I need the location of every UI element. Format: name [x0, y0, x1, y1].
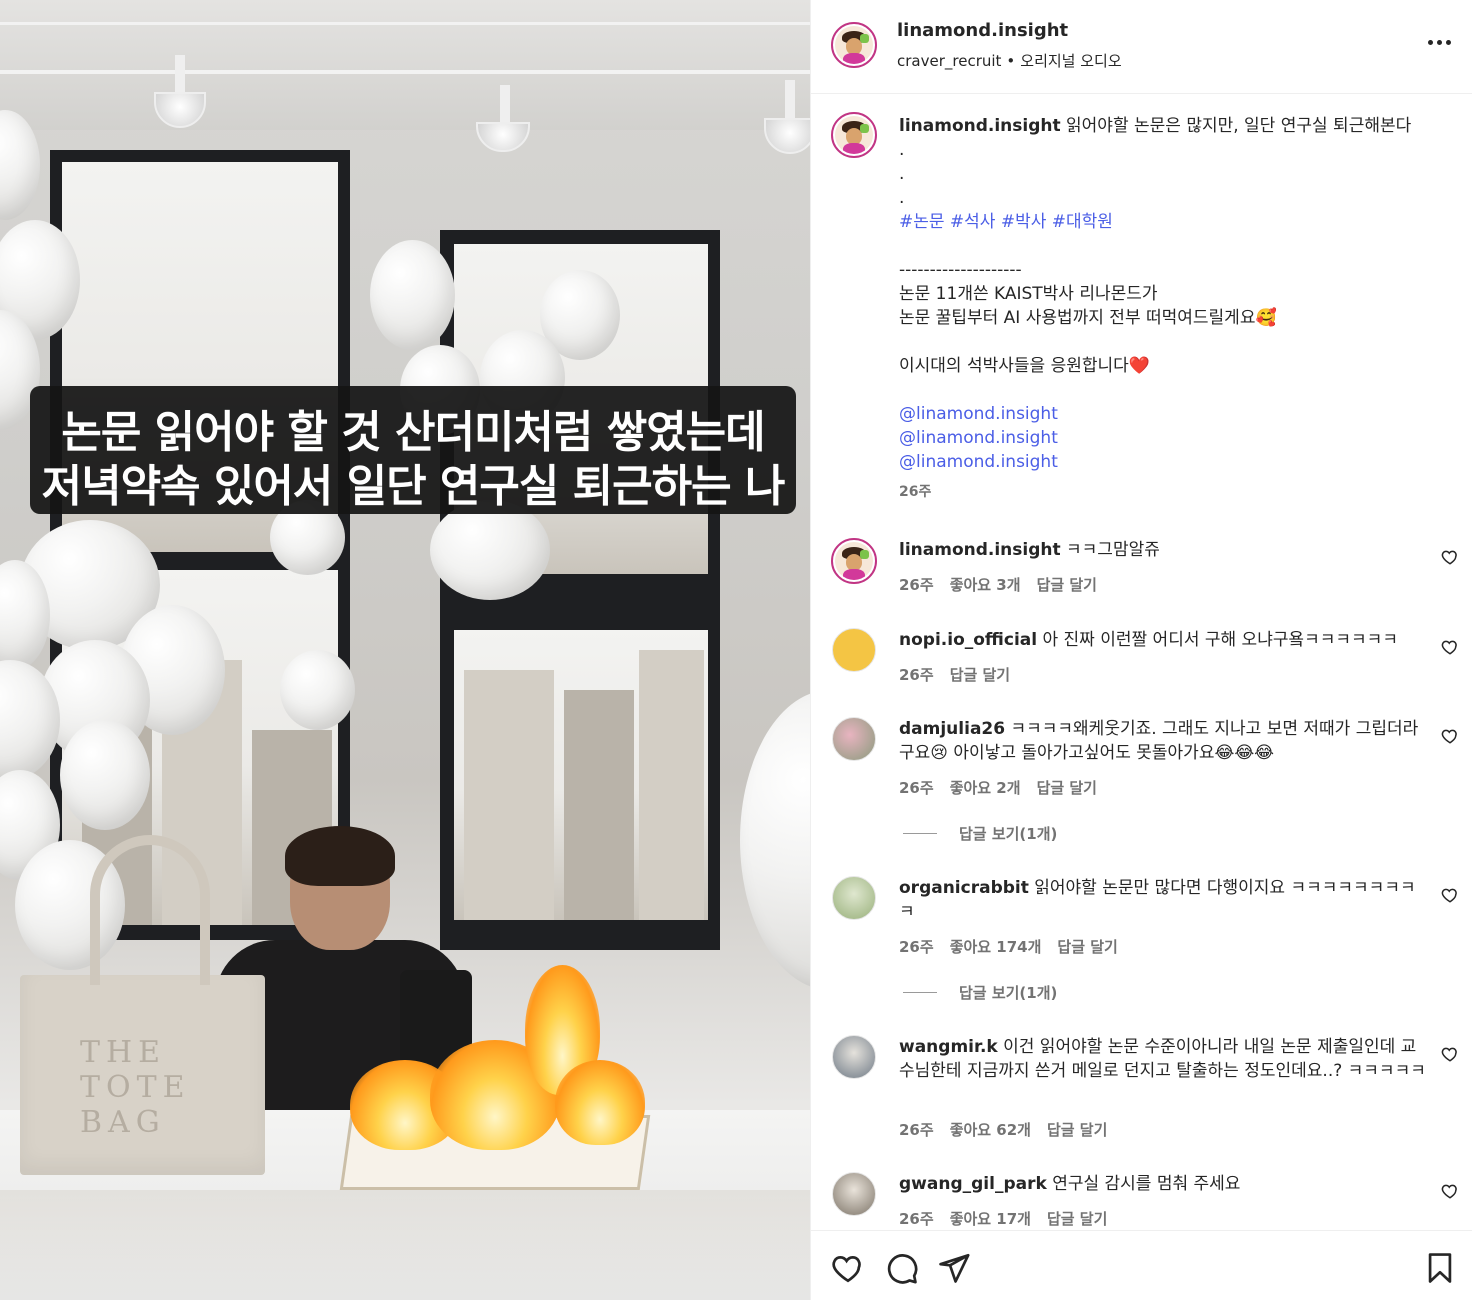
mention-link[interactable]: @linamond.insight: [899, 450, 1439, 474]
post-time[interactable]: 26주: [899, 480, 1439, 504]
comment-heart-icon[interactable]: [1441, 1182, 1459, 1200]
caption-text: .: [899, 188, 905, 208]
caption-text: [899, 378, 1439, 402]
caption-avatar[interactable]: [831, 112, 877, 158]
comment-time[interactable]: 26주: [899, 574, 934, 595]
commenter-avatar[interactable]: [832, 717, 876, 761]
post-header: linamond.insight craver_recruit • 오리지널 오디오: [811, 0, 1472, 94]
caption-text: 논문 11개쓴 KAIST박사 리나몬드가: [899, 284, 1158, 304]
balloon: [60, 720, 150, 830]
comment-likes[interactable]: 좋아요 174개: [950, 936, 1042, 957]
comment-heart-icon[interactable]: [1441, 886, 1459, 904]
author-avatar[interactable]: [831, 22, 877, 68]
reply-button[interactable]: 답글 달기: [1057, 936, 1117, 957]
ceiling: [0, 0, 810, 130]
caption-text: [899, 330, 1439, 354]
commenter-username[interactable]: organicrabbit: [899, 878, 1029, 898]
lamp-stem: [785, 80, 795, 120]
comment-heart-icon[interactable]: [1441, 1045, 1459, 1063]
comment-text: ㅋㅋ그맘알쥬: [1066, 540, 1160, 560]
reply-button[interactable]: 답글 달기: [950, 664, 1010, 685]
reply-button[interactable]: 답글 달기: [1047, 1119, 1107, 1140]
commenter-avatar[interactable]: [832, 628, 876, 672]
comments-scroll[interactable]: linamond.insight 읽어야할 논문은 많지만, 일단 연구실 퇴근…: [811, 94, 1472, 1230]
caption-text: 이시대의 석박사들을 응원합니다❤️: [899, 356, 1150, 376]
lamp-stem: [500, 85, 510, 125]
subtitle-separator: •: [1006, 52, 1016, 70]
reply-button[interactable]: 답글 달기: [1037, 777, 1097, 798]
tote-bag: THE TOTE BAG: [20, 835, 265, 1175]
caption-text: 논문 꿀팁부터 AI 사용법까지 전부 떠먹여드릴게요🥰: [899, 308, 1277, 328]
ceiling-rail: [0, 22, 810, 25]
ceiling-rail: [0, 70, 810, 74]
mention-link[interactable]: @linamond.insight: [899, 426, 1439, 450]
caption-username[interactable]: linamond.insight: [899, 116, 1061, 136]
author-username[interactable]: linamond.insight: [897, 20, 1068, 41]
comment-text: 아 진짜 이런짤 어디서 구해 오냐구욬ㅋㅋㅋㅋㅋㅋ: [1042, 630, 1398, 650]
audio-link[interactable]: 오리지널 오디오: [1020, 52, 1121, 70]
view-replies-button[interactable]: 답글 보기(1개): [903, 823, 1057, 844]
lamp-stem: [175, 55, 185, 95]
reply-button[interactable]: 답글 달기: [1037, 574, 1097, 595]
post-video[interactable]: 논문 읽어야 할 것 산더미처럼 쌓였는데 저녁약속 있어서 일단 연구실 퇴근…: [0, 0, 810, 1300]
commenter-avatar[interactable]: [831, 538, 877, 584]
mention-link[interactable]: @linamond.insight: [899, 402, 1439, 426]
balloon: [740, 690, 810, 990]
post-caption: linamond.insight 읽어야할 논문은 많지만, 일단 연구실 퇴근…: [899, 114, 1439, 504]
balloon: [430, 500, 550, 600]
balloon: [280, 650, 355, 730]
caption-text: .: [899, 164, 905, 184]
view-replies-button[interactable]: 답글 보기(1개): [903, 982, 1057, 1003]
comment-time[interactable]: 26주: [899, 1119, 934, 1140]
comment-time[interactable]: 26주: [899, 664, 934, 685]
instagram-post-view: 논문 읽어야 할 것 산더미처럼 쌓였는데 저녁약속 있어서 일단 연구실 퇴근…: [0, 0, 1472, 1300]
reply-button[interactable]: 답글 달기: [1047, 1208, 1107, 1229]
commenter-avatar[interactable]: [832, 1035, 876, 1079]
comment-text: 연구실 감시를 멈춰 주세요: [1052, 1174, 1241, 1194]
post-action-bar: [811, 1230, 1472, 1300]
commenter-username[interactable]: gwang_gil_park: [899, 1174, 1047, 1194]
comment-heart-icon[interactable]: [1441, 638, 1459, 656]
comment-likes[interactable]: 좋아요 62개: [950, 1119, 1031, 1140]
caption-text: .: [899, 140, 905, 160]
commenter-username[interactable]: damjulia26: [899, 719, 1005, 739]
comment-time[interactable]: 26주: [899, 936, 934, 957]
commenter-avatar[interactable]: [832, 876, 876, 920]
tote-bag-print: THE TOTE BAG: [80, 1035, 191, 1140]
video-caption-line2: 저녁약속 있어서 일단 연구실 퇴근하는 나: [41, 461, 786, 512]
comment-likes[interactable]: 좋아요 3개: [950, 574, 1021, 595]
caption-divider: --------------------: [899, 260, 1022, 280]
ceiling-lamp: [476, 122, 530, 152]
hashtags[interactable]: #논문 #석사 #박사 #대학원: [899, 210, 1439, 234]
view-replies-label: 답글 보기(1개): [959, 825, 1058, 843]
comment-heart-icon[interactable]: [1441, 727, 1459, 745]
ceiling-lamp: [764, 118, 810, 154]
commenter-username[interactable]: linamond.insight: [899, 540, 1061, 560]
comment-time[interactable]: 26주: [899, 777, 934, 798]
comment-icon[interactable]: [885, 1251, 919, 1285]
bookmark-icon[interactable]: [1423, 1251, 1457, 1285]
commenter-username[interactable]: nopi.io_official: [899, 630, 1037, 650]
caption-text: 읽어야할 논문은 많지만, 일단 연구실 퇴근해본다: [1066, 116, 1412, 136]
commenter-avatar[interactable]: [832, 1172, 876, 1216]
heart-icon[interactable]: [831, 1251, 865, 1285]
balloon: [370, 240, 455, 350]
comment-likes[interactable]: 좋아요 2개: [950, 777, 1021, 798]
table-reflection: [0, 1190, 810, 1300]
more-options-icon[interactable]: [1425, 32, 1453, 52]
commenter-username[interactable]: wangmir.k: [899, 1037, 998, 1057]
collab-username[interactable]: craver_recruit: [897, 52, 1001, 70]
comment-time[interactable]: 26주: [899, 1208, 934, 1229]
view-replies-label: 답글 보기(1개): [959, 984, 1058, 1002]
post-subtitle: craver_recruit • 오리지널 오디오: [897, 50, 1122, 71]
post-side-panel: linamond.insight craver_recruit • 오리지널 오디오…: [810, 0, 1472, 1300]
comment-likes[interactable]: 좋아요 17개: [950, 1208, 1031, 1229]
comment-heart-icon[interactable]: [1441, 548, 1459, 566]
fire: [555, 1060, 645, 1145]
send-icon[interactable]: [937, 1251, 971, 1285]
